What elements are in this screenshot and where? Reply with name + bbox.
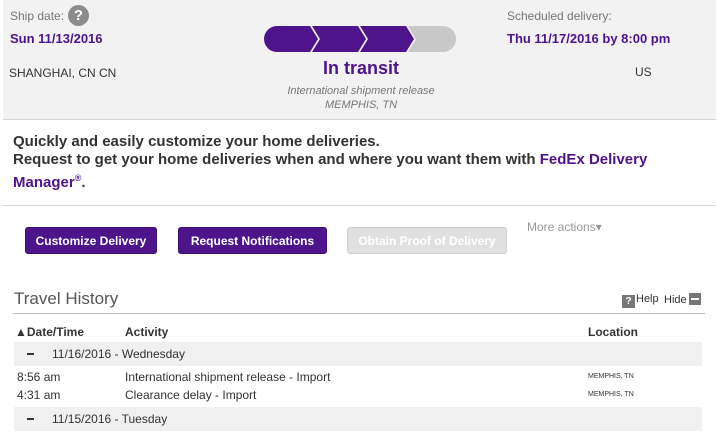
column-header-activity: Activity — [125, 325, 169, 339]
status-detail-text: International shipment release — [287, 85, 435, 97]
request-notifications-button[interactable]: Request Notifications — [178, 227, 327, 254]
collapse-group-icon[interactable] — [27, 353, 34, 355]
travel-history-help-link[interactable]: ? Help — [622, 293, 659, 308]
event-location: MEMPHIS, TN — [588, 373, 634, 380]
history-group-date: 11/15/2016 - Tuesday — [52, 412, 168, 426]
progress-start-cap — [264, 26, 290, 52]
event-activity: International shipment release - Import — [125, 370, 331, 384]
column-header-location: Location — [588, 325, 638, 339]
status-detail-location: MEMPHIS, TN — [324, 99, 398, 111]
progress-end-cap — [430, 26, 456, 52]
hide-link-label: Hide — [664, 294, 687, 306]
column-header-date-time[interactable]: ▲Date/Time — [15, 325, 84, 339]
help-link-label: Help — [636, 293, 659, 305]
promo-line-1: Quickly and easily customize your home d… — [13, 133, 380, 150]
section-divider — [3, 205, 716, 206]
ship-date: Sun 11/13/2016 — [10, 31, 103, 46]
travel-history-divider — [13, 313, 705, 314]
event-time: 4:31 am — [17, 388, 61, 402]
promo-line-2-text: Request to get your home deliveries when… — [13, 151, 540, 168]
collapse-icon — [688, 293, 701, 305]
history-date-group[interactable]: 11/16/2016 - Wednesday — [14, 342, 702, 366]
help-icon: ? — [622, 295, 635, 308]
promo-line-2: Request to get your home deliveries when… — [13, 151, 713, 192]
origin-location: SHANGHAI, CN CN — [9, 66, 117, 80]
progress-bar — [264, 26, 456, 52]
promo-message: Quickly and easily customize your home d… — [13, 133, 713, 192]
scheduled-delivery-date: Thu 11/17/2016 by 8:00 pm — [507, 31, 671, 46]
destination-country: US — [635, 65, 652, 79]
history-date-group[interactable]: 11/15/2016 - Tuesday — [14, 407, 702, 431]
customize-delivery-button[interactable]: Customize Delivery — [25, 227, 157, 254]
history-group-date: 11/16/2016 - Wednesday — [52, 347, 185, 361]
status-detail: International shipment release MEMPHIS, … — [243, 84, 479, 112]
more-actions-dropdown[interactable]: More actions▾ — [527, 220, 602, 234]
progress-step-complete — [360, 26, 414, 52]
event-location: MEMPHIS, TN — [588, 391, 634, 398]
travel-history-hide-link[interactable]: Hide — [664, 293, 701, 306]
destination-location: US — [507, 65, 652, 79]
collapse-group-icon[interactable] — [27, 418, 34, 420]
promo-suffix: . — [81, 174, 86, 191]
progress-step-complete — [312, 26, 366, 52]
event-activity: Clearance delay - Import — [125, 388, 257, 402]
shipment-summary: Ship date: ? Sun 11/13/2016 SHANGHAI, CN… — [3, 0, 716, 120]
event-time: 8:56 am — [17, 370, 61, 384]
scheduled-delivery-label: Scheduled delivery: — [507, 9, 612, 23]
help-icon[interactable]: ? — [68, 5, 89, 26]
shipment-status: In transit — [322, 58, 399, 78]
ship-date-label: Ship date: — [10, 9, 65, 23]
obtain-proof-of-delivery-button: Obtain Proof of Delivery — [347, 227, 507, 254]
travel-history-title: Travel History — [14, 289, 119, 308]
